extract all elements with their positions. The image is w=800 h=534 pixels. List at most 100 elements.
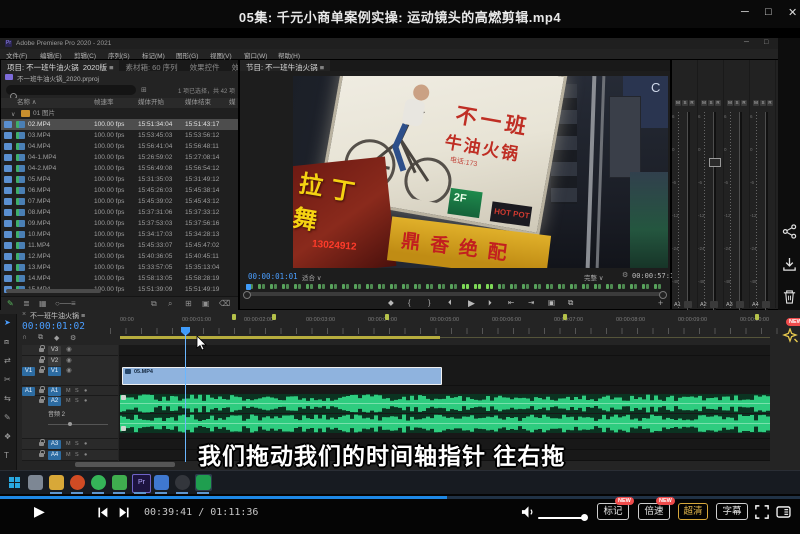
find-icon[interactable]: ⌕ [168,299,172,309]
track-name-badge[interactable]: A3 [48,440,61,449]
bin-row[interactable]: 11.MP4 100.00 fps 15:45:33:07 15:45:47:0… [1,240,238,251]
timeline-timecode[interactable]: 00:00:01:02 [22,321,85,332]
mixer-fader-track[interactable] [713,112,716,312]
bin-row[interactable]: 07.MP4 100.00 fps 15:45:39:02 15:45:43:1… [1,196,238,207]
mixer-R-button[interactable]: R [689,100,695,106]
video-clip[interactable]: 05.MP4 [122,367,442,385]
speaker-assign-icon[interactable] [736,301,744,308]
menu-item-4[interactable]: 标记(M) [142,50,165,60]
mixer-fader-handle[interactable] [709,158,721,167]
bin-row[interactable]: 13.MP4 100.00 fps 15:33:57:05 15:35:13:0… [1,262,238,273]
track-lock-icon[interactable] [39,369,44,373]
ripple-edit-tool[interactable]: ⇄ [4,356,11,365]
track-header-A2[interactable]: A2M S ●音频 2 [22,396,118,439]
mute-track-icon[interactable]: M [66,440,71,448]
taskbar-premiere-icon[interactable]: Pr [132,474,149,491]
solo-track-icon[interactable]: S [75,440,79,448]
export-frame-icon[interactable]: ▣ [548,298,555,307]
timeline-ruler[interactable]: 00:0000:00:01:0000:00:02:0000:00:03:0000… [110,317,780,335]
taskbar-app-green-icon[interactable] [90,474,107,491]
track-lock-icon[interactable] [39,442,44,446]
bin-column-4[interactable]: 媒 [229,98,236,108]
bin-row[interactable]: 08.MP4 100.00 fps 15:37:31:06 15:37:33:1… [1,207,238,218]
mixer-S-button[interactable]: S [734,100,740,106]
quality-dropdown[interactable]: 完整 ∨ [584,272,604,282]
mixer-S-button[interactable]: S [760,100,766,106]
bin-row[interactable]: 03.MP4 100.00 fps 15:53:45:03 15:53:56:1… [1,130,238,141]
volume-icon[interactable] [521,505,536,519]
menu-item-1[interactable]: 编辑(E) [40,50,62,60]
player-超清-button[interactable]: 超清 [678,503,708,520]
bin-row[interactable]: 06.MP4 100.00 fps 15:45:26:03 15:45:38:1… [1,185,238,196]
project-file-row[interactable]: 不一班牛油火锅_2020.prproj [5,73,235,83]
pen-tool[interactable]: ✎ [4,413,11,422]
sparkle-wand-icon[interactable] [782,328,798,344]
wrench-icon[interactable]: ⚙ [622,271,628,279]
tab-program-monitor[interactable]: 节目: 不一班牛油火锅 ≡ [240,60,330,71]
mixer-S-button[interactable]: S [708,100,714,106]
mixer-fader-track[interactable] [765,112,768,312]
mixer-R-button[interactable]: R [741,100,747,106]
timeline-marker-icon[interactable] [232,314,236,320]
timeline-marker-icon[interactable] [385,314,389,320]
taskbar-powerpoint-icon[interactable] [69,474,86,491]
taskbar-app-clover-icon[interactable] [111,474,128,491]
trash-icon[interactable] [782,289,797,304]
button-editor-icon[interactable]: + [658,298,663,308]
track-name-badge[interactable]: A4 [48,451,61,460]
bin-hscrollbar[interactable] [6,289,101,293]
progress-bar[interactable] [0,496,800,499]
share-icon[interactable] [782,224,797,239]
bin-row[interactable]: 04.MP4 100.00 fps 15:56:41:04 15:56:48:1… [1,141,238,152]
bin-column-2[interactable]: 媒体开始 [138,98,164,108]
compare-icon[interactable]: ⧉ [568,298,573,308]
solo-track-icon[interactable]: S [75,387,79,395]
premiere-maximize-icon[interactable]: □ [764,39,768,46]
timeline-marker-icon[interactable] [755,314,759,320]
audio-clip-ch1[interactable] [120,394,770,413]
bin-column-3[interactable]: 媒体结束 [185,98,211,108]
mute-track-icon[interactable]: M [66,387,71,395]
bin-row[interactable]: 02.MP4 100.00 fps 15:51:34:04 15:51:43:1… [1,119,238,130]
tab-project-2[interactable]: 效果控件 [184,60,226,71]
menu-item-3[interactable]: 序列(S) [108,50,130,60]
slip-tool[interactable]: ⇆ [4,394,11,403]
mixer-fader-track[interactable] [687,112,690,312]
menu-item-8[interactable]: 帮助(H) [278,50,300,60]
new-bin-icon[interactable]: ⊞ [185,299,192,309]
mixer-S-button[interactable]: S [682,100,688,106]
work-area-bar[interactable] [120,336,440,339]
toggle-track-output-icon[interactable]: ◉ [66,357,72,365]
menu-item-0[interactable]: 文件(F) [6,50,27,60]
source-patch-A1[interactable]: A1 [22,387,35,396]
track-name-badge[interactable]: A2 [48,397,61,406]
playhead-line[interactable] [185,334,186,462]
fullscreen-icon[interactable] [755,505,769,519]
monitor-marker-strip[interactable] [244,283,666,290]
track-header-V1[interactable]: V1V1◉ [22,366,118,386]
voiceover-record-icon[interactable]: ● [84,451,87,459]
bin-row[interactable]: 05.MP4 100.00 fps 15:31:35:03 15:31:49:1… [1,174,238,185]
mixer-M-button[interactable]: M [753,100,759,106]
tab-project-0[interactable]: 项目: 不一班牛油火锅_2020版 ≡ [1,60,119,71]
tab-project-1[interactable]: 素材箱: 60 序列 [119,60,183,71]
mixer-M-button[interactable]: M [675,100,681,106]
mark-out-icon[interactable]: } [428,298,431,307]
sort-icon[interactable]: ≡ [71,299,76,309]
icon-view-icon[interactable]: ▦ [39,299,47,309]
bin-row[interactable]: 12.MP4 100.00 fps 15:40:36:05 15:40:45:1… [1,251,238,262]
track-header-A3[interactable]: A3M S ● [22,439,118,450]
timeline-hscrollbar[interactable] [75,462,175,467]
track-name-badge[interactable]: A1 [48,387,61,396]
bin-row[interactable]: 10.MP4 100.00 fps 15:34:17:03 15:34:28:1… [1,229,238,240]
extract-icon[interactable]: ⇥ [528,298,534,307]
zoom-slider[interactable]: ○── [55,299,71,309]
play-button[interactable]: ▶ [34,503,45,520]
theater-mode-icon[interactable] [776,506,791,518]
track-content-V3[interactable] [119,345,770,356]
track-name-badge[interactable]: V3 [48,346,61,355]
taskbar-recorder-icon[interactable] [174,474,191,491]
speaker-assign-icon[interactable] [710,301,718,308]
fit-dropdown[interactable]: 适合 ∨ [302,272,322,282]
track-lock-icon[interactable] [39,399,44,403]
